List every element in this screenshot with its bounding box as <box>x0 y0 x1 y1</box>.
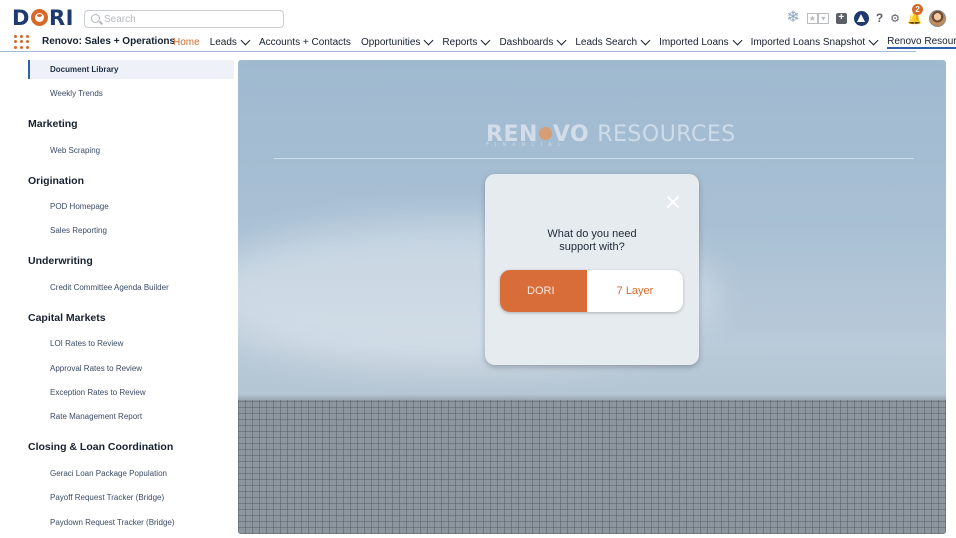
tab-dashboards[interactable]: Dashboards <box>499 35 567 48</box>
sidebar-item-label: LOI Rates to Review <box>50 339 124 348</box>
search-input[interactable] <box>104 12 274 26</box>
sidebar-heading-underwriting: Underwriting <box>28 255 93 267</box>
chevron-down-icon[interactable] <box>556 35 567 45</box>
utility-bar: ❄ ★ ▾ + ? ⚙ 🔔 2 <box>786 4 946 28</box>
logo-o-mark <box>30 9 48 26</box>
banner-divider <box>274 158 914 159</box>
chevron-down-icon[interactable] <box>732 35 743 45</box>
sidebar-heading-marketing: Marketing <box>28 118 78 130</box>
tab-reports[interactable]: Reports <box>442 35 491 48</box>
trailhead-icon[interactable] <box>853 10 869 26</box>
tab-accounts-contacts[interactable]: Accounts + Contacts <box>259 36 351 48</box>
tab-label: Renovo Resource <box>887 35 956 47</box>
sidebar-item-document-library[interactable]: Document Library <box>28 60 234 79</box>
search-icon <box>91 14 100 23</box>
nav-tabs: Home Leads Accounts + Contacts Opportuni… <box>173 35 956 49</box>
tab-leads[interactable]: Leads <box>209 35 251 48</box>
chevron-down-icon[interactable] <box>480 35 491 45</box>
chevron-down-icon[interactable] <box>423 35 434 45</box>
sidebar-item-label: POD Homepage <box>50 202 109 211</box>
sidebar-item-payoff-request-tracker[interactable]: Payoff Request Tracker (Bridge) <box>50 493 164 502</box>
global-header: DRI ❄ ★▾ + ? ⚙ 🔔2 <box>0 0 956 34</box>
tab-label: Leads <box>209 36 237 48</box>
tab-label: Reports <box>442 36 478 48</box>
dori-logo[interactable]: D RI <box>12 7 74 29</box>
sidebar-heading-origination: Origination <box>28 175 84 187</box>
tab-label: Accounts + Contacts <box>258 36 351 48</box>
renovo-resources-banner: REN VO RESOURCES FINANCIAL <box>486 122 736 148</box>
banner-tagline: FINANCIAL <box>486 142 567 148</box>
tab-label: Dashboards <box>499 36 554 48</box>
sidebar-item-pod-homepage[interactable]: POD Homepage <box>50 202 109 211</box>
sidebar-item-rate-management-report[interactable]: Rate Management Report <box>50 412 142 421</box>
app-launcher-icon[interactable] <box>14 35 30 49</box>
banner-sun-mark <box>538 127 552 140</box>
tab-label: Home <box>173 36 200 48</box>
sidebar-item-label: Credit Committee Agenda Builder <box>50 283 169 292</box>
support-question: What do you need support with? <box>547 228 637 253</box>
tab-home[interactable]: Home <box>173 36 200 48</box>
tab-label: Imported Loans <box>659 36 729 48</box>
chevron-down-icon[interactable] <box>868 35 879 45</box>
notifications-bell-icon[interactable]: 🔔 2 <box>907 4 924 25</box>
tab-imported-loans-snapshot[interactable]: Imported Loans Snapshot <box>750 35 879 48</box>
tab-imported-loans[interactable]: Imported Loans <box>659 35 743 48</box>
sidebar-item-label: Web Scraping <box>50 146 101 155</box>
close-icon[interactable] <box>665 194 681 210</box>
tab-opportunities[interactable]: Opportunities <box>360 35 434 48</box>
tab-renovo-resource[interactable]: Renovo Resource <box>887 35 956 49</box>
sidebar-heading-capital-markets: Capital Markets <box>28 312 106 324</box>
sidebar-item-paydown-request-tracker[interactable]: Paydown Request Tracker (Bridge) <box>50 518 175 527</box>
sidebar-item-weekly-trends[interactable]: Weekly Trends <box>50 89 103 98</box>
hero-roof-texture <box>238 400 946 534</box>
tab-label: Opportunities <box>360 36 421 48</box>
sidebar-item-label: Paydown Request Tracker (Bridge) <box>50 518 175 527</box>
user-avatar[interactable] <box>929 9 946 27</box>
sidebar-item-label: Payoff Request Tracker (Bridge) <box>50 493 165 502</box>
tab-label: Imported Loans Snapshot <box>750 36 866 48</box>
snowflake-icon[interactable]: ❄ <box>786 10 799 26</box>
sidebar-heading-closing-loan-coordination: Closing & Loan Coordination <box>28 441 174 453</box>
notification-count-badge: 2 <box>912 4 924 15</box>
sidebar-item-label: Document Library <box>50 65 119 74</box>
setup-gear-icon[interactable]: ⚙ <box>890 12 900 25</box>
help-icon[interactable]: ? <box>876 11 883 25</box>
dori-option-button[interactable]: DORI <box>500 270 587 312</box>
favorites-icon[interactable]: ★ ▾ <box>806 12 829 24</box>
add-icon[interactable]: + <box>835 12 847 24</box>
sidebar-item-label: Sales Reporting <box>50 226 107 235</box>
support-modal: What do you need support with? DORI 7 La… <box>485 174 699 365</box>
sidebar-item-label: Exception Rates to Review <box>50 388 146 397</box>
sidebar-item-label: Approval Rates to Review <box>50 364 143 373</box>
sidebar-item-approval-rates-to-review[interactable]: Approval Rates to Review <box>50 364 142 373</box>
tab-label: Leads Search <box>575 36 638 48</box>
banner-word: RESOURCES <box>597 122 736 147</box>
resource-sidebar: Document Library Weekly Trends Marketing… <box>20 58 235 538</box>
sidebar-item-loi-rates-to-review[interactable]: LOI Rates to Review <box>50 339 123 348</box>
sidebar-item-web-scraping[interactable]: Web Scraping <box>50 146 100 155</box>
sidebar-item-label: Weekly Trends <box>50 89 103 98</box>
sidebar-item-label: Rate Management Report <box>50 412 143 421</box>
chevron-down-icon[interactable] <box>240 35 251 45</box>
chevron-down-icon[interactable] <box>640 35 651 45</box>
sidebar-item-credit-committee-agenda-builder[interactable]: Credit Committee Agenda Builder <box>50 283 169 292</box>
tab-leads-search[interactable]: Leads Search <box>575 35 651 48</box>
app-navigation-bar: Renovo: Sales + Operations Home Leads Ac… <box>0 34 956 52</box>
sidebar-item-geraci-loan-package-population[interactable]: Geraci Loan Package Population <box>50 469 167 478</box>
app-name: Renovo: Sales + Operations <box>42 36 176 47</box>
global-search[interactable] <box>84 10 284 28</box>
sidebar-item-label: Geraci Loan Package Population <box>50 469 167 478</box>
sidebar-item-sales-reporting[interactable]: Sales Reporting <box>50 226 107 235</box>
seven-layer-option-button[interactable]: 7 Layer <box>587 270 683 312</box>
sidebar-item-exception-rates-to-review[interactable]: Exception Rates to Review <box>50 388 146 397</box>
support-choice-group: DORI 7 Layer <box>500 270 683 312</box>
